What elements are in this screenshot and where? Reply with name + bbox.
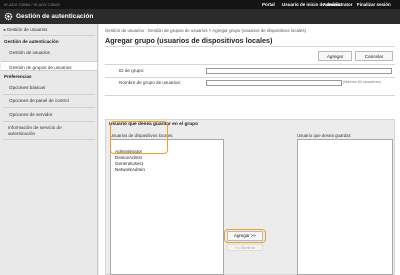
remove-from-group-button[interactable]: << Eliminar: [227, 244, 263, 251]
sidebar-section-prefs: Preferencias: [4, 74, 32, 79]
divider: [3, 94, 95, 95]
page-title: Agregar grupo (usuarios de dispositivos …: [105, 36, 273, 45]
group-name-hint: (Máximo 64 caracteres): [343, 80, 381, 84]
main-content: Gestión de usuarios : Gestión de grupos …: [99, 24, 400, 275]
group-id-input[interactable]: [206, 68, 392, 74]
list-item[interactable]: NetworkAdmin: [115, 167, 145, 173]
sidebar-item-auth-service-info[interactable]: Información de servicio de autenticación: [8, 125, 62, 137]
group-name-label: Nombre de grupo de usuarios:: [119, 80, 182, 85]
sidebar-section-auth: Gestión de autenticación: [4, 39, 59, 44]
saved-users-list[interactable]: [297, 139, 393, 275]
divider: [105, 95, 395, 96]
divider: [3, 139, 95, 140]
top-bar: iR-ADV C5560 / iR-ADV C5560 Portal Usuar…: [0, 0, 400, 9]
auth-service-label-line2: autenticación: [8, 131, 36, 136]
group-name-input[interactable]: [206, 80, 342, 86]
divider: [3, 107, 95, 108]
add-to-group-highlight: [224, 229, 266, 243]
breadcrumb: Gestión de usuarios : Gestión de grupos …: [105, 28, 306, 33]
sidebar: ◂ Gestión de usuarios Gestión de autenti…: [0, 24, 98, 275]
divider: [105, 64, 395, 65]
device-info: iR-ADV C5560 / iR-ADV C5560: [4, 2, 60, 7]
save-users-label: Usuario que desea guardar:: [297, 133, 352, 138]
cancel-button[interactable]: Cancelar: [355, 51, 393, 61]
sidebar-item-users[interactable]: Gestión de usuarios: [9, 50, 50, 55]
sidebar-back-link[interactable]: ◂ Gestión de usuarios: [3, 27, 47, 33]
local-users-list[interactable]: Administrator DeviceAdmin GeneralUser1 N…: [110, 139, 224, 275]
add-button[interactable]: Agregar: [318, 51, 352, 61]
sidebar-item-panel-options[interactable]: Opciones de panel de control: [9, 98, 69, 103]
sidebar-item-basic-options[interactable]: Opciones básicas: [9, 85, 45, 90]
divider: [105, 77, 395, 78]
logout-link[interactable]: Finalizar sesión: [357, 2, 391, 7]
sidebar-item-user-groups[interactable]: Gestión de grupos de usuarios: [1, 61, 97, 71]
login-user-name: Administrator: [323, 2, 353, 7]
local-users-highlight: [110, 121, 168, 154]
divider: [3, 121, 95, 122]
divider: [105, 46, 395, 47]
title-bar: Gestión de autenticación: [0, 9, 400, 24]
divider: [3, 35, 95, 36]
group-id-label: ID de grupo:: [119, 68, 145, 73]
gear-icon: [4, 12, 13, 21]
sidebar-item-server-options[interactable]: Opciones de servidor: [9, 112, 52, 117]
portal-link[interactable]: Portal: [262, 2, 275, 7]
back-link-label: Gestión de usuarios: [6, 27, 48, 32]
app-title: Gestión de autenticación: [16, 13, 94, 20]
